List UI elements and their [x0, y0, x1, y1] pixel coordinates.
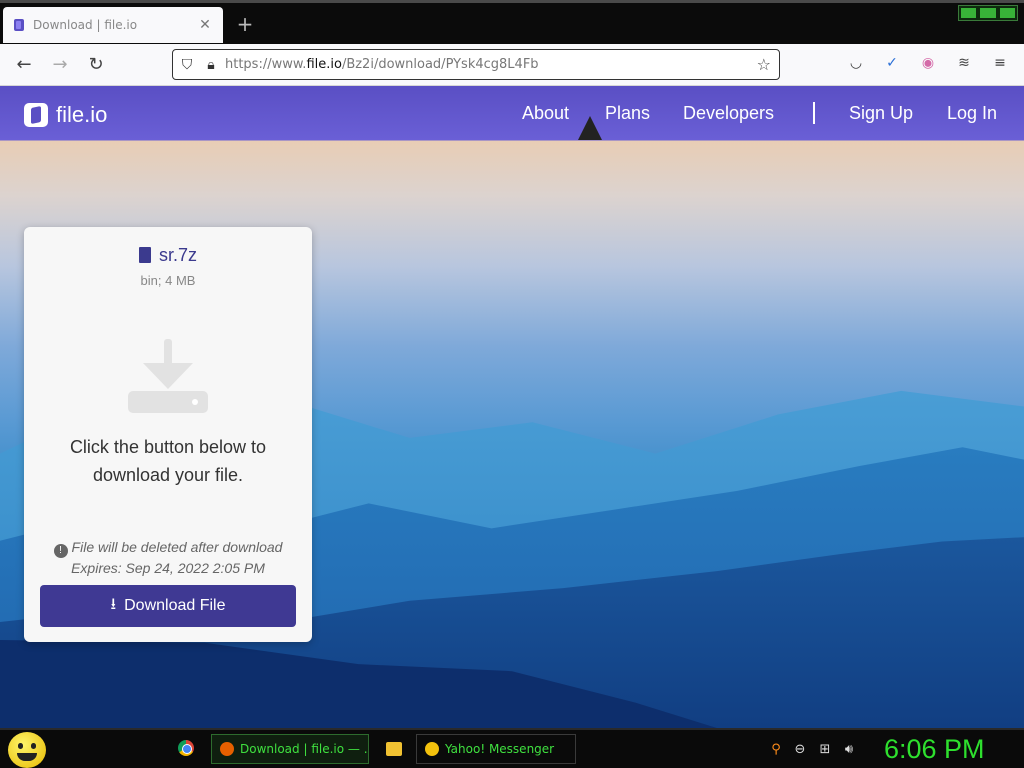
- nav-about[interactable]: About: [522, 103, 569, 124]
- window-controls[interactable]: [958, 5, 1018, 21]
- browser-tab-strip: Download | file.io ✕ +: [0, 0, 1024, 44]
- taskbar-clock[interactable]: 6:06 PM: [884, 734, 985, 765]
- taskbar-firefox[interactable]: Download | file.io — ...: [211, 734, 369, 764]
- file-name: sr.7z: [24, 245, 312, 266]
- nav-log-in[interactable]: Log In: [947, 103, 997, 124]
- pocket-icon[interactable]: ◡: [846, 55, 866, 75]
- file-icon: [138, 247, 151, 263]
- file-io-favicon-icon: [14, 19, 24, 31]
- brand-name: file.io: [56, 102, 108, 127]
- new-tab-button[interactable]: +: [234, 12, 256, 36]
- search-icon[interactable]: ⚲: [768, 742, 784, 758]
- download-file-button[interactable]: ⭳ Download File: [40, 585, 296, 627]
- minus-circle-icon[interactable]: ⊖: [792, 742, 808, 758]
- yahoo-smiley-icon: [425, 742, 439, 756]
- nav-plans[interactable]: Plans: [605, 103, 650, 124]
- reader-icon[interactable]: ≋: [954, 55, 974, 75]
- screen: Download | file.io ✕ + ← → ↻ ⛉ 🔒︎ https:…: [0, 0, 1024, 768]
- file-meta: bin; 4 MB: [140, 273, 196, 288]
- extension-icon[interactable]: ◉: [918, 55, 938, 75]
- menu-hamburger-icon[interactable]: ≡: [990, 55, 1010, 75]
- chrome-icon[interactable]: [178, 740, 194, 756]
- nav-developers[interactable]: Developers: [683, 103, 774, 124]
- taskbar: Download | file.io — ... Yahoo! Messenge…: [0, 728, 1024, 768]
- reload-icon[interactable]: ↻: [85, 54, 107, 76]
- nav-divider: [813, 102, 815, 124]
- firefox-icon: [220, 742, 234, 756]
- file-io-logo-icon: [24, 103, 48, 127]
- mouse-cursor-icon: [578, 116, 602, 140]
- site-logo[interactable]: file.io: [24, 102, 107, 128]
- shield-icon[interactable]: ⛉: [173, 57, 201, 73]
- page-content: file.io About Plans Developers Sign Up L…: [0, 86, 1024, 728]
- download-instruction: Click the button below to download your …: [69, 437, 267, 485]
- nav-sign-up[interactable]: Sign Up: [849, 103, 913, 124]
- expiry-note: ! File will be deleted after download Exp…: [24, 537, 312, 578]
- check-circle-icon[interactable]: ✓: [882, 55, 902, 75]
- forward-arrow-icon[interactable]: →: [49, 54, 71, 76]
- download-icon: ⭳: [110, 595, 117, 613]
- taskbar-yahoo-messenger[interactable]: Yahoo! Messenger: [416, 734, 576, 764]
- start-smiley-icon[interactable]: [8, 732, 46, 768]
- address-bar[interactable]: ⛉ 🔒︎ https://www.file.io/Bz2i/download/P…: [172, 49, 780, 80]
- download-illustration-icon: [126, 335, 210, 419]
- site-header: file.io About Plans Developers Sign Up L…: [0, 86, 1024, 141]
- url-text[interactable]: https://www.file.io/Bz2i/download/PYsk4c…: [225, 57, 539, 72]
- download-card: sr.7z bin; 4 MB Click the button below t…: [24, 227, 312, 642]
- tab-title: Download | file.io: [33, 18, 138, 32]
- folder-icon[interactable]: [386, 742, 402, 756]
- tab-close-icon[interactable]: ✕: [197, 17, 213, 33]
- browser-tab[interactable]: Download | file.io ✕: [3, 7, 223, 43]
- lock-icon[interactable]: 🔒︎: [201, 57, 221, 73]
- info-icon: !: [53, 544, 68, 558]
- volume-icon[interactable]: 🔊︎: [841, 742, 857, 758]
- browser-toolbar: ← → ↻ ⛉ 🔒︎ https://www.file.io/Bz2i/down…: [0, 44, 1024, 86]
- back-arrow-icon[interactable]: ←: [13, 54, 35, 76]
- network-icon[interactable]: ⊞: [817, 742, 833, 758]
- bookmark-star-icon[interactable]: ☆: [757, 55, 771, 74]
